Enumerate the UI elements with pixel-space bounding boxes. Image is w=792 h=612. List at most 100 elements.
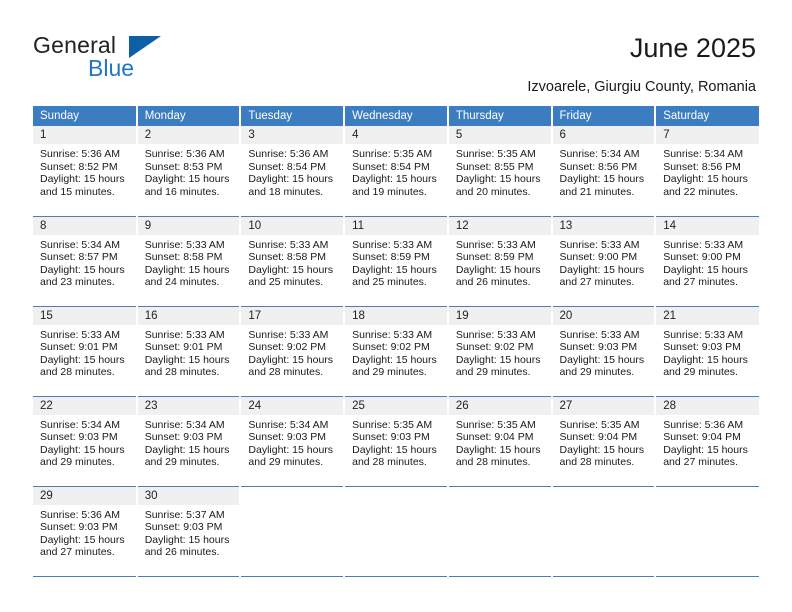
calendar-day-cell[interactable]: 18 Sunrise: 5:33 AM Sunset: 9:02 PM Dayligh… [344, 306, 449, 397]
sunrise-text: Sunrise: 5:33 AM [663, 238, 744, 251]
daylight-text-line2: and 25 minutes. [352, 276, 427, 289]
day-number: 11 [345, 216, 447, 235]
calendar-day-cell[interactable]: 6 Sunrise: 5:34 AM Sunset: 8:56 PM Daylight… [551, 126, 657, 217]
sunset-text: Sunset: 8:57 PM [40, 251, 118, 264]
daylight-text-line2: and 29 minutes. [40, 456, 115, 469]
calendar-day-cell[interactable]: 19 Sunrise: 5:33 AM Sunset: 9:02 PM Dayligh… [447, 306, 553, 397]
day-number: 25 [345, 396, 447, 415]
daylight-text-line2: and 26 minutes. [455, 276, 531, 289]
day-number: 1 [33, 126, 136, 144]
sunrise-text: Sunrise: 5:33 AM [40, 328, 120, 341]
sunrise-text: Sunrise: 5:36 AM [40, 508, 120, 521]
day-details: Sunrise: 5:33 AM Sunset: 9:01 PM Daylight:… [33, 325, 136, 379]
day-details: Sunrise: 5:34 AM Sunset: 9:03 PM Daylight:… [138, 415, 240, 469]
day-number: 7 [656, 126, 759, 144]
calendar-day-cell[interactable]: 15 Sunrise: 5:33 AM Sunset: 9:01 PM Dayligh… [33, 306, 138, 397]
sunrise-text: Sunrise: 5:37 AM [144, 508, 225, 521]
sunset-text: Sunset: 9:04 PM [455, 431, 534, 444]
day-number: 10 [241, 216, 344, 235]
weekday-header-wednesday: Wednesday [344, 106, 449, 126]
calendar-day-cell[interactable]: 27 Sunrise: 5:35 AM Sunset: 9:04 PM Dayligh… [551, 396, 657, 487]
daylight-text-line2: and 27 minutes. [663, 456, 738, 469]
sunrise-text: Sunrise: 5:33 AM [663, 328, 744, 341]
calendar-day-cell[interactable]: 23 Sunrise: 5:34 AM Sunset: 9:03 PM Dayligh… [136, 396, 242, 487]
calendar-day-cell[interactable]: 25 Sunrise: 5:35 AM Sunset: 9:03 PM Dayligh… [344, 396, 449, 487]
daylight-text-line2: and 29 minutes. [663, 366, 738, 379]
day-number: 20 [552, 306, 655, 325]
calendar-day-cell[interactable]: 4 Sunrise: 5:35 AM Sunset: 8:54 PM Daylight… [344, 126, 449, 217]
calendar-day-cell[interactable]: 3 Sunrise: 5:36 AM Sunset: 8:54 PM Daylight… [240, 126, 346, 217]
day-details: Sunrise: 5:37 AM Sunset: 9:03 PM Daylight:… [138, 505, 240, 559]
sunset-text: Sunset: 9:01 PM [40, 341, 118, 354]
daylight-text-line1: Daylight: 15 hours [559, 353, 645, 366]
calendar-week-row: 22 Sunrise: 5:34 AM Sunset: 9:03 PM Dayligh… [33, 396, 759, 487]
sunset-text: Sunset: 8:54 PM [248, 160, 327, 173]
day-number: 28 [656, 396, 759, 415]
daylight-text-line1: Daylight: 15 hours [40, 353, 125, 366]
daylight-text-line2: and 26 minutes. [144, 546, 220, 559]
day-number: 6 [552, 126, 655, 144]
calendar-day-cell[interactable]: 9 Sunrise: 5:33 AM Sunset: 8:58 PM Daylight… [136, 216, 242, 307]
day-number: 16 [137, 306, 240, 325]
calendar-day-cell[interactable]: 28 Sunrise: 5:36 AM Sunset: 9:04 PM Dayligh… [655, 396, 759, 487]
daylight-text-line1: Daylight: 15 hours [663, 353, 748, 366]
sunset-text: Sunset: 9:02 PM [455, 341, 534, 354]
daylight-text-line1: Daylight: 15 hours [559, 173, 645, 186]
calendar-day-cell[interactable]: 12 Sunrise: 5:33 AM Sunset: 8:59 PM Dayligh… [447, 216, 553, 307]
daylight-text-line1: Daylight: 15 hours [663, 263, 748, 276]
daylight-text-line1: Daylight: 15 hours [248, 263, 334, 276]
calendar-day-cell[interactable]: 10 Sunrise: 5:33 AM Sunset: 8:58 PM Dayligh… [240, 216, 346, 307]
calendar-day-cell[interactable]: 21 Sunrise: 5:33 AM Sunset: 9:03 PM Dayligh… [655, 306, 759, 397]
calendar-day-cell[interactable]: 13 Sunrise: 5:33 AM Sunset: 9:00 PM Dayligh… [551, 216, 657, 307]
calendar-day-cell[interactable]: 22 Sunrise: 5:34 AM Sunset: 9:03 PM Dayligh… [33, 396, 138, 487]
daylight-text-line1: Daylight: 15 hours [352, 263, 437, 276]
daylight-text-line1: Daylight: 15 hours [352, 353, 437, 366]
sunrise-text: Sunrise: 5:35 AM [352, 418, 433, 431]
calendar-day-cell[interactable]: 30 Sunrise: 5:37 AM Sunset: 9:03 PM Dayligh… [136, 486, 242, 577]
day-details: Sunrise: 5:33 AM Sunset: 9:01 PM Daylight:… [138, 325, 240, 379]
sunrise-text: Sunrise: 5:33 AM [455, 238, 536, 251]
calendar-day-cell[interactable]: 5 Sunrise: 5:35 AM Sunset: 8:55 PM Daylight… [447, 126, 553, 217]
daylight-text-line2: and 29 minutes. [559, 366, 635, 379]
daylight-text-line2: and 20 minutes. [455, 185, 531, 198]
daylight-text-line2: and 29 minutes. [352, 366, 427, 379]
calendar-day-cell[interactable]: 20 Sunrise: 5:33 AM Sunset: 9:03 PM Dayligh… [551, 306, 657, 397]
daylight-text-line1: Daylight: 15 hours [455, 263, 541, 276]
daylight-text-line2: and 29 minutes. [144, 456, 220, 469]
day-number: 30 [137, 486, 240, 505]
day-number: 19 [448, 306, 551, 325]
calendar-day-cell[interactable]: 17 Sunrise: 5:33 AM Sunset: 9:02 PM Dayligh… [240, 306, 346, 397]
daylight-text-line2: and 28 minutes. [455, 456, 531, 469]
calendar-day-cell[interactable]: 8 Sunrise: 5:34 AM Sunset: 8:57 PM Daylight… [33, 216, 138, 307]
weekday-header-thursday: Thursday [447, 106, 553, 126]
daylight-text-line1: Daylight: 15 hours [559, 263, 645, 276]
day-details: Sunrise: 5:34 AM Sunset: 8:57 PM Daylight:… [33, 235, 136, 289]
sunrise-text: Sunrise: 5:35 AM [352, 148, 433, 160]
sunset-text: Sunset: 9:03 PM [559, 341, 638, 354]
day-number: 27 [552, 396, 655, 415]
calendar-week-row: 29 Sunrise: 5:36 AM Sunset: 9:03 PM Dayligh… [33, 486, 759, 577]
calendar-day-cell[interactable]: 14 Sunrise: 5:33 AM Sunset: 9:00 PM Dayligh… [655, 216, 759, 307]
daylight-text-line1: Daylight: 15 hours [455, 443, 541, 456]
sunrise-text: Sunrise: 5:36 AM [144, 148, 225, 160]
calendar-day-cell[interactable]: 1 Sunrise: 5:36 AM Sunset: 8:52 PM Daylight… [33, 126, 138, 217]
day-number: 9 [137, 216, 240, 235]
sunset-text: Sunset: 9:02 PM [248, 341, 327, 354]
daylight-text-line2: and 15 minutes. [40, 185, 115, 198]
day-details: Sunrise: 5:33 AM Sunset: 8:58 PM Daylight:… [241, 235, 343, 289]
sunset-text: Sunset: 9:03 PM [248, 431, 327, 444]
calendar-day-cell[interactable]: 7 Sunrise: 5:34 AM Sunset: 8:56 PM Daylight… [655, 126, 759, 217]
calendar-day-cell[interactable]: 11 Sunrise: 5:33 AM Sunset: 8:59 PM Dayligh… [344, 216, 449, 307]
day-details: Sunrise: 5:34 AM Sunset: 8:56 PM Daylight:… [553, 144, 655, 198]
calendar-day-cell[interactable]: 2 Sunrise: 5:36 AM Sunset: 8:53 PM Daylight… [136, 126, 242, 217]
calendar-day-cell[interactable]: 16 Sunrise: 5:33 AM Sunset: 9:01 PM Dayligh… [136, 306, 242, 397]
sunset-text: Sunset: 8:53 PM [144, 160, 223, 173]
sunrise-text: Sunrise: 5:33 AM [144, 328, 225, 341]
daylight-text-line1: Daylight: 15 hours [40, 443, 125, 456]
calendar-day-cell[interactable]: 24 Sunrise: 5:34 AM Sunset: 9:03 PM Dayligh… [240, 396, 346, 487]
calendar-day-cell[interactable]: 29 Sunrise: 5:36 AM Sunset: 9:03 PM Dayligh… [33, 486, 138, 577]
day-details: Sunrise: 5:35 AM Sunset: 9:03 PM Daylight:… [345, 415, 447, 469]
daylight-text-line1: Daylight: 15 hours [40, 263, 125, 276]
calendar-day-cell[interactable]: 26 Sunrise: 5:35 AM Sunset: 9:04 PM Dayligh… [447, 396, 553, 487]
sunset-text: Sunset: 9:00 PM [663, 251, 741, 264]
